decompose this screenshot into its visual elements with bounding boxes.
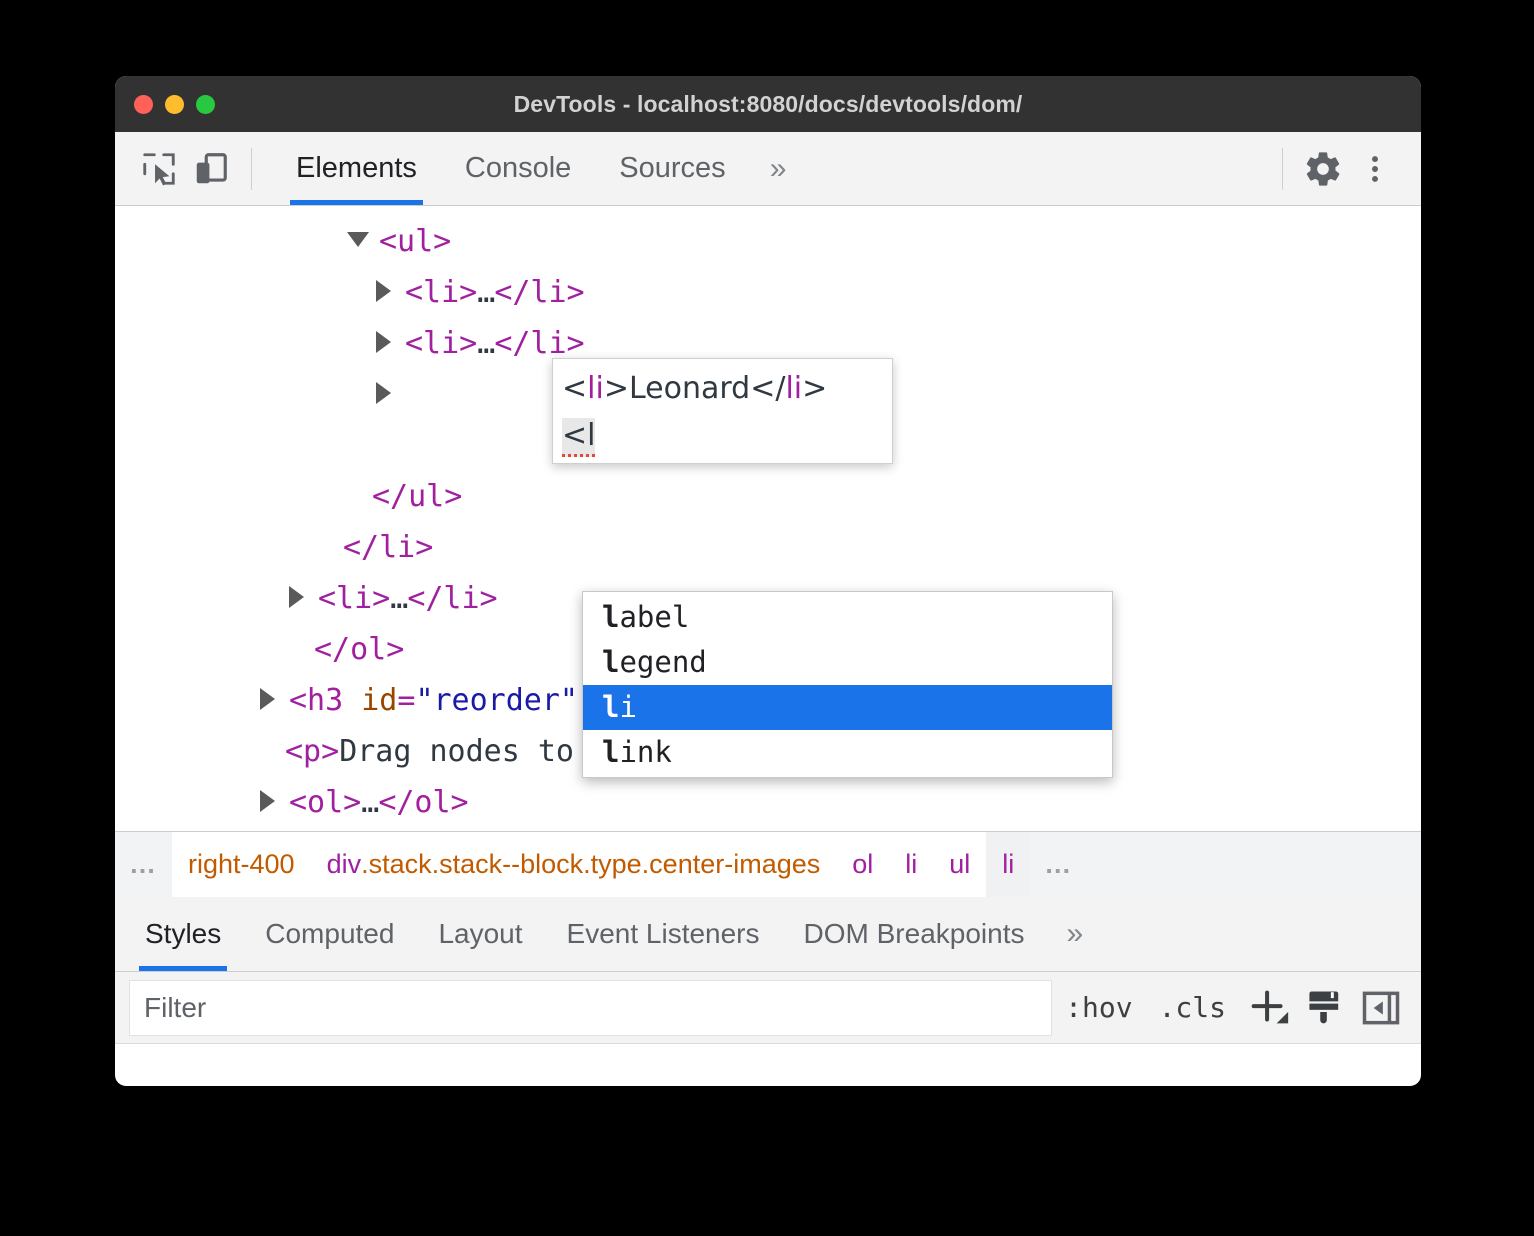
expand-triangle-closed[interactable] — [376, 382, 391, 404]
more-panels-icon[interactable]: » — [750, 154, 807, 184]
breadcrumb-label: ul — [949, 849, 970, 880]
minimize-button[interactable] — [165, 95, 184, 114]
cls-toggle-button[interactable]: .cls — [1146, 991, 1239, 1024]
expand-triangle-open[interactable] — [347, 232, 369, 247]
tab-console[interactable]: Console — [441, 132, 595, 205]
editor-close-gt: > — [802, 371, 827, 406]
autocomplete-match-prefix: l — [602, 727, 619, 778]
inspect-element-icon[interactable] — [133, 143, 185, 195]
dom-node-ol-2[interactable]: <ol>…</ol> — [115, 777, 1421, 828]
inline-editor-line-1: <li>Leonard</li> — [562, 365, 883, 412]
window-controls — [115, 95, 215, 114]
breadcrumb-label: ol — [852, 849, 873, 880]
expand-triangle-closed[interactable] — [376, 331, 391, 353]
paintbrush-icon[interactable] — [1299, 982, 1351, 1034]
dom-tree-panel[interactable]: <ul><li>…</li><li>…</li></ul></li><li>…<… — [115, 206, 1421, 831]
kebab-menu-icon[interactable] — [1349, 143, 1401, 195]
dom-node-ul-close[interactable]: </ul> — [115, 471, 1421, 522]
gear-icon[interactable] — [1297, 143, 1349, 195]
close-button[interactable] — [134, 95, 153, 114]
tab-event-listeners[interactable]: Event Listeners — [545, 897, 782, 971]
toolbar-divider — [251, 148, 252, 190]
editor-typed-fragment[interactable]: <l — [562, 418, 595, 457]
breadcrumb-item-li[interactable]: li — [889, 832, 933, 897]
toolbar-right-actions — [1268, 143, 1421, 195]
maximize-button[interactable] — [196, 95, 215, 114]
breadcrumb-item-div-stack[interactable]: div.stack.stack--block.type.center-image… — [311, 832, 837, 897]
expand-triangle-closed[interactable] — [260, 688, 275, 710]
autocomplete-option-li[interactable]: li — [583, 685, 1112, 730]
tab-layout[interactable]: Layout — [416, 897, 544, 971]
autocomplete-rest: abel — [619, 592, 689, 643]
breadcrumb-label: li — [905, 849, 917, 880]
panel-tab-strip: Elements Console Sources » — [272, 132, 806, 205]
sidebar-collapse-icon[interactable] — [1355, 982, 1407, 1034]
inline-editor-line-2: <l — [562, 412, 883, 459]
breadcrumb-item-li-selected[interactable]: li — [986, 832, 1030, 897]
tab-styles[interactable]: Styles — [123, 897, 243, 971]
styles-panel-body — [115, 1044, 1421, 1066]
breadcrumb-item-right-400[interactable]: right-400 — [172, 832, 311, 897]
filter-input[interactable] — [129, 980, 1052, 1036]
dom-node-ul-open[interactable]: <ul> — [115, 216, 1421, 267]
dom-node-h3-state[interactable]: <h3 id="state" tabindex="-1">…</h3> — [115, 828, 1421, 831]
tag-autocomplete-dropdown[interactable]: labellegendlilink — [582, 591, 1113, 778]
devtools-window: DevTools - localhost:8080/docs/devtools/… — [115, 76, 1421, 1086]
devtools-main-toolbar: Elements Console Sources » — [115, 132, 1421, 206]
window-title: DevTools - localhost:8080/docs/devtools/… — [115, 91, 1421, 118]
device-toolbar-icon[interactable] — [185, 143, 237, 195]
dom-breadcrumb[interactable]: … right-400 div.stack.stack--block.type.… — [115, 831, 1421, 897]
tab-computed[interactable]: Computed — [243, 897, 416, 971]
breadcrumb-item-ul[interactable]: ul — [933, 832, 986, 897]
breadcrumb-label: right-400 — [188, 849, 295, 880]
editor-text: Leonard — [629, 371, 750, 406]
dom-node-li-1[interactable]: <li>…</li> — [115, 267, 1421, 318]
breadcrumb-overflow-left[interactable]: … — [115, 832, 172, 897]
expand-triangle-closed[interactable] — [260, 790, 275, 812]
breadcrumb-overflow-right[interactable]: … — [1030, 832, 1087, 897]
tab-elements[interactable]: Elements — [272, 132, 441, 205]
breadcrumb-label: li — [1002, 849, 1014, 880]
styles-filter-toolbar: :hov .cls — [115, 972, 1421, 1044]
autocomplete-option-link[interactable]: link — [583, 730, 1112, 775]
breadcrumb-classes: .stack.stack--block.type.center-images — [361, 849, 820, 880]
expand-triangle-closed[interactable] — [376, 280, 391, 302]
editor-gt: > — [604, 371, 629, 406]
autocomplete-option-legend[interactable]: legend — [583, 640, 1112, 685]
editor-close-lt: </ — [750, 371, 785, 406]
editor-close-tagname: li — [785, 371, 802, 406]
editor-lt: < — [562, 371, 587, 406]
expand-triangle-closed[interactable] — [289, 586, 304, 608]
styles-sidebar-tab-strip: Styles Computed Layout Event Listeners D… — [115, 897, 1421, 972]
breadcrumb-tag: div — [327, 849, 362, 880]
hov-toggle-button[interactable]: :hov — [1052, 991, 1145, 1024]
editor-tagname: li — [587, 371, 604, 406]
tab-dom-breakpoints[interactable]: DOM Breakpoints — [782, 897, 1047, 971]
autocomplete-option-label[interactable]: label — [583, 595, 1112, 640]
autocomplete-match-prefix: l — [602, 592, 619, 643]
toolbar-divider-right — [1282, 148, 1283, 190]
breadcrumb-item-ol[interactable]: ol — [836, 832, 889, 897]
tab-sources[interactable]: Sources — [595, 132, 749, 205]
inline-html-editor[interactable]: <li>Leonard</li> <l — [552, 358, 893, 464]
autocomplete-match-prefix: l — [602, 682, 619, 733]
window-titlebar: DevTools - localhost:8080/docs/devtools/… — [115, 76, 1421, 132]
dom-node-li-close[interactable]: </li> — [115, 522, 1421, 573]
autocomplete-match-prefix: l — [602, 637, 619, 688]
more-sidebar-tabs-icon[interactable]: » — [1046, 919, 1103, 949]
plus-icon[interactable] — [1243, 982, 1295, 1034]
autocomplete-rest: i — [619, 682, 636, 733]
autocomplete-rest: ink — [619, 727, 671, 778]
autocomplete-rest: egend — [619, 637, 706, 688]
